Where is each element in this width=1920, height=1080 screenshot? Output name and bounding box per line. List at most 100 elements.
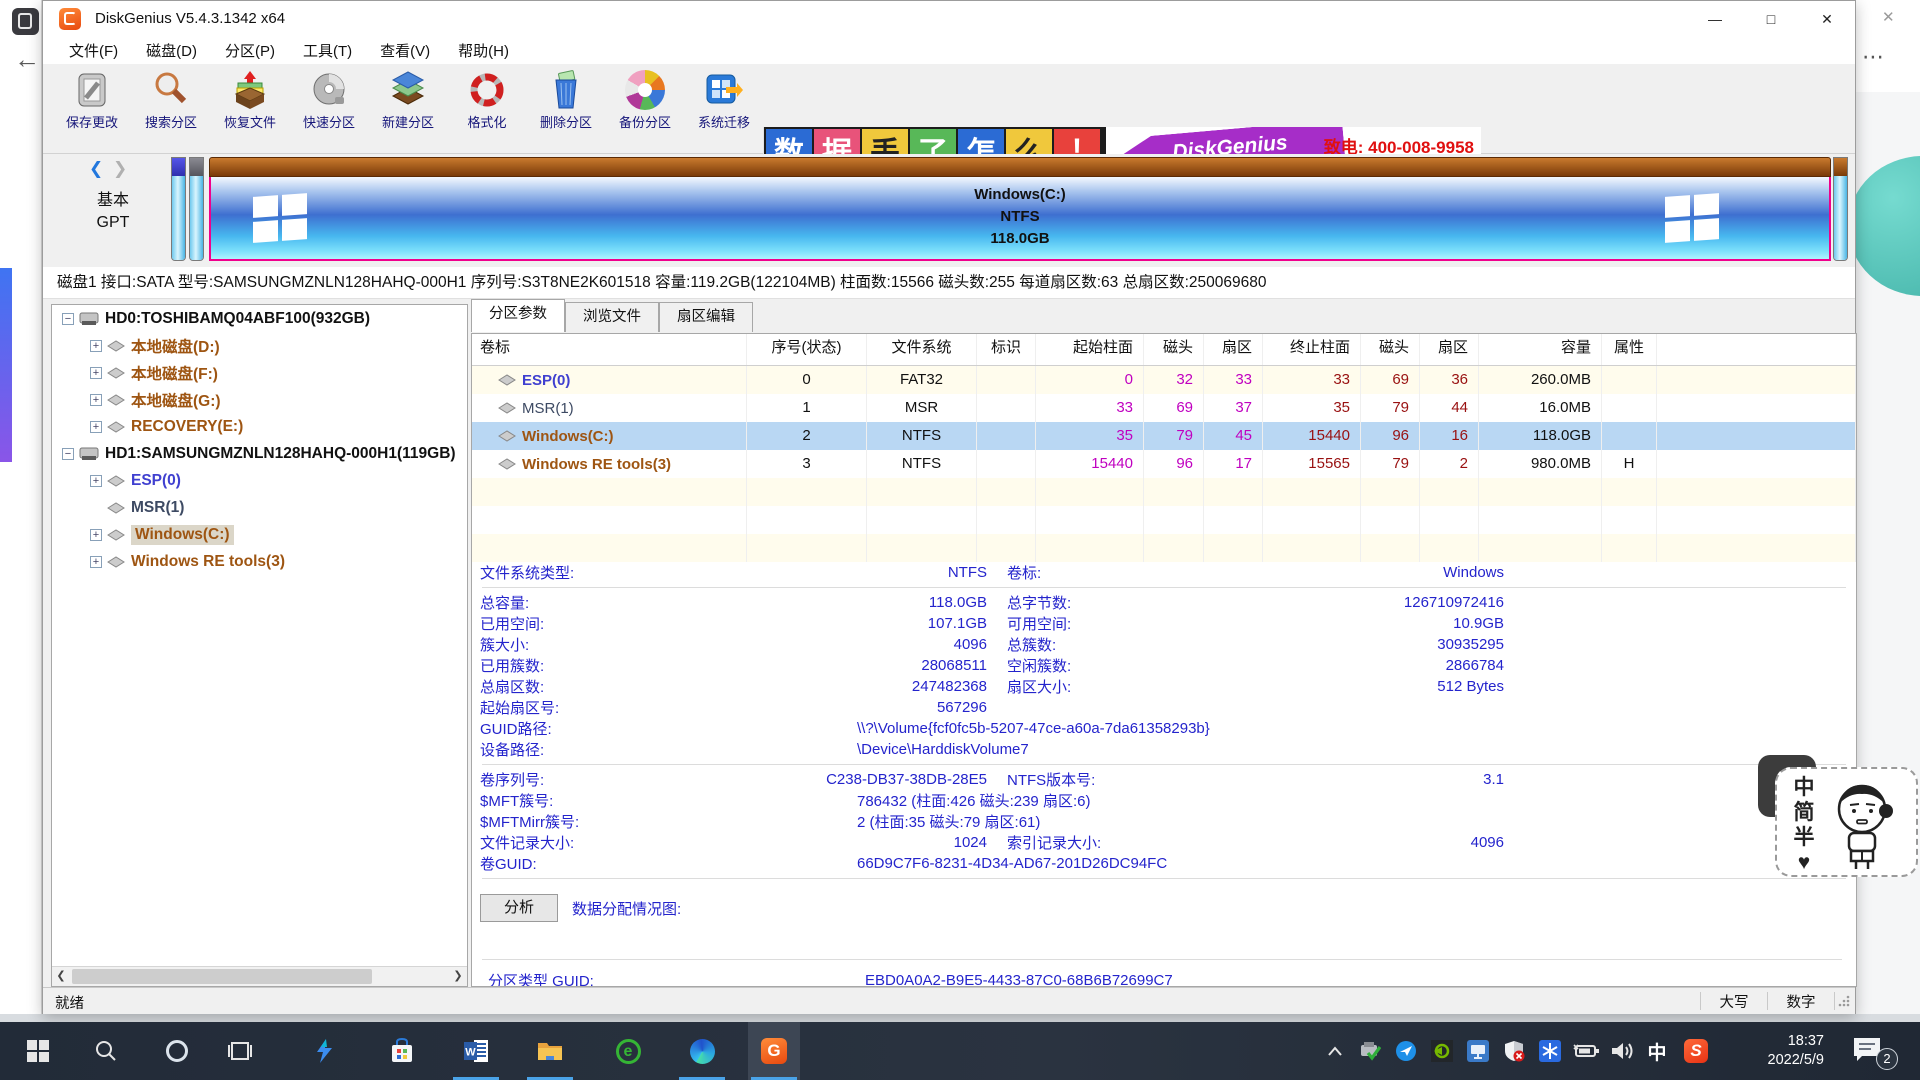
menu-file[interactable]: 文件(F) <box>55 37 132 64</box>
tray-sogou[interactable]: S <box>1678 1022 1714 1080</box>
tray-intel-graphics[interactable] <box>1460 1022 1496 1080</box>
close-button[interactable]: ✕ <box>1799 1 1855 37</box>
delete-partition-button[interactable]: 删除分区 <box>528 68 604 150</box>
start-button[interactable] <box>12 1022 64 1080</box>
scroll-left-arrow[interactable]: ❮ <box>52 967 70 986</box>
expand-icon[interactable]: + <box>90 421 102 433</box>
backup-partition-button[interactable]: 备份分区 <box>607 68 683 150</box>
col-capacity[interactable]: 容量 <box>1479 334 1602 365</box>
tree-item-esp[interactable]: + ESP(0) <box>52 467 467 494</box>
task-view-button[interactable] <box>214 1022 266 1080</box>
tray-messenger[interactable] <box>1388 1022 1424 1080</box>
tray-defender[interactable] <box>1496 1022 1532 1080</box>
cell-end-cyl: 15565 <box>1263 450 1361 478</box>
format-button[interactable]: 格式化 <box>449 68 525 150</box>
col-start-head[interactable]: 磁头 <box>1144 334 1204 365</box>
quick-partition-button[interactable]: 快速分区 <box>291 68 367 150</box>
col-filesystem[interactable]: 文件系统 <box>867 334 977 365</box>
more-options-icon[interactable]: ⋯ <box>1862 44 1884 70</box>
menu-help[interactable]: 帮助(H) <box>444 37 523 64</box>
background-app-icon[interactable] <box>12 8 39 35</box>
microsoft-store-button[interactable] <box>376 1022 428 1080</box>
col-attr[interactable]: 属性 <box>1602 334 1657 365</box>
background-close-icon[interactable]: ✕ <box>1882 8 1895 26</box>
menu-view[interactable]: 查看(V) <box>366 37 444 64</box>
expand-icon[interactable]: + <box>90 475 102 487</box>
tray-battery[interactable] <box>1568 1022 1604 1080</box>
table-row-windows-c-selected[interactable]: Windows(C:) 2 NTFS 35 79 45 15440 96 16 … <box>472 422 1856 450</box>
back-arrow-icon[interactable]: ← <box>14 44 40 75</box>
tab-browse-files[interactable]: 浏览文件 <box>565 302 659 332</box>
file-explorer-button[interactable] <box>524 1022 576 1080</box>
tray-show-hidden-icons[interactable] <box>1318 1022 1352 1080</box>
collapse-icon[interactable]: − <box>62 448 74 460</box>
scroll-right-arrow[interactable]: ❯ <box>449 967 467 986</box>
minimize-button[interactable]: — <box>1687 1 1743 37</box>
col-seq-status[interactable]: 序号(状态) <box>747 334 867 365</box>
expand-icon[interactable]: + <box>90 529 102 541</box>
tree-item-msr[interactable]: MSR(1) <box>52 494 467 521</box>
new-partition-button[interactable]: 新建分区 <box>370 68 446 150</box>
partition-bar-windows-c[interactable]: Windows(C:) NTFS 118.0GB <box>209 157 1831 261</box>
collapse-icon[interactable]: − <box>62 313 74 325</box>
col-tag[interactable]: 标识 <box>977 334 1036 365</box>
tree-item-local-d[interactable]: + 本地磁盘(D:) <box>52 332 467 359</box>
diskgenius-taskbar-button[interactable]: G <box>748 1022 800 1080</box>
col-start-cyl[interactable]: 起始柱面 <box>1036 334 1144 365</box>
tray-nvidia[interactable] <box>1424 1022 1460 1080</box>
menu-tools[interactable]: 工具(T) <box>289 37 366 64</box>
tray-device-ok[interactable] <box>1352 1022 1388 1080</box>
tree-item-local-f[interactable]: + 本地磁盘(F:) <box>52 359 467 386</box>
ime-status-widget[interactable]: 中 简 半 ♥ <box>1775 767 1918 877</box>
expand-icon[interactable]: + <box>90 367 102 379</box>
tree-item-windows-c[interactable]: + Windows(C:) <box>52 521 467 548</box>
tree-item-recovery-e[interactable]: + RECOVERY(E:) <box>52 413 467 440</box>
edge-browser-button[interactable] <box>676 1022 728 1080</box>
col-volume-label[interactable]: 卷标 <box>472 334 747 365</box>
title-bar[interactable]: DiskGenius V5.4.3.1342 x64 — □ ✕ <box>43 1 1855 37</box>
col-end-sector[interactable]: 扇区 <box>1420 334 1479 365</box>
expand-icon[interactable]: + <box>90 394 102 406</box>
table-row-msr[interactable]: MSR(1) 1 MSR 33 69 37 35 79 44 16.0MB <box>472 394 1856 422</box>
tab-partition-params[interactable]: 分区参数 <box>471 299 565 332</box>
col-start-sector[interactable]: 扇区 <box>1204 334 1263 365</box>
expand-icon[interactable]: + <box>90 556 102 568</box>
taskbar-search-button[interactable] <box>80 1022 132 1080</box>
word-app-button[interactable]: W <box>450 1022 502 1080</box>
col-end-head[interactable]: 磁头 <box>1361 334 1420 365</box>
save-changes-button[interactable]: 保存更改 <box>54 68 130 150</box>
table-row-windows-re-tools[interactable]: Windows RE tools(3) 3 NTFS 15440 96 17 1… <box>472 450 1856 478</box>
menu-partition[interactable]: 分区(P) <box>211 37 289 64</box>
search-partition-button[interactable]: 搜索分区 <box>133 68 209 150</box>
tree-horizontal-scrollbar[interactable]: ❮ ❯ <box>52 966 467 986</box>
cortana-button[interactable] <box>151 1022 203 1080</box>
tray-snowflake-app[interactable] <box>1532 1022 1568 1080</box>
tray-input-language[interactable]: 中 <box>1642 1022 1672 1080</box>
status-bar: 就绪 大写 数字 <box>43 987 1855 1014</box>
recover-files-button[interactable]: 恢复文件 <box>212 68 288 150</box>
expand-icon[interactable]: + <box>90 340 102 352</box>
partition-strip-msr[interactable] <box>189 157 204 261</box>
tab-sector-edit[interactable]: 扇区编辑 <box>659 302 753 332</box>
maximize-button[interactable]: □ <box>1743 1 1799 37</box>
scroll-thumb[interactable] <box>72 969 372 984</box>
action-center-button[interactable]: 2 <box>1852 1036 1892 1066</box>
analyze-button[interactable]: 分析 <box>480 894 558 922</box>
system-migration-button[interactable]: 系统迁移 <box>686 68 762 150</box>
partition-strip-esp[interactable] <box>171 157 186 261</box>
tree-item-hd1[interactable]: − HD1:SAMSUNGMZNLN128HAHQ-000H1(119GB) <box>52 440 467 467</box>
tree-item-windows-re-tools[interactable]: + Windows RE tools(3) <box>52 548 467 575</box>
col-end-cyl[interactable]: 终止柱面 <box>1263 334 1361 365</box>
resize-grip[interactable] <box>1837 994 1851 1008</box>
tree-item-hd0[interactable]: − HD0:TOSHIBAMQ04ABF100(932GB) <box>52 305 467 332</box>
next-disk-arrow[interactable]: ❯ <box>113 159 127 179</box>
partition-strip-re-tools[interactable] <box>1833 157 1848 261</box>
taskbar-clock[interactable]: 18:37 2022/5/9 <box>1738 1022 1824 1080</box>
menu-disk[interactable]: 磁盘(D) <box>132 37 211 64</box>
tray-volume[interactable] <box>1604 1022 1640 1080</box>
thunder-app-button[interactable] <box>298 1022 350 1080</box>
table-row-esp[interactable]: ESP(0) 0 FAT32 0 32 33 33 69 36 260.0MB <box>472 366 1856 394</box>
prev-disk-arrow[interactable]: ❮ <box>89 159 103 179</box>
tree-item-local-g[interactable]: + 本地磁盘(G:) <box>52 386 467 413</box>
ie-browser-button[interactable]: e <box>602 1022 654 1080</box>
